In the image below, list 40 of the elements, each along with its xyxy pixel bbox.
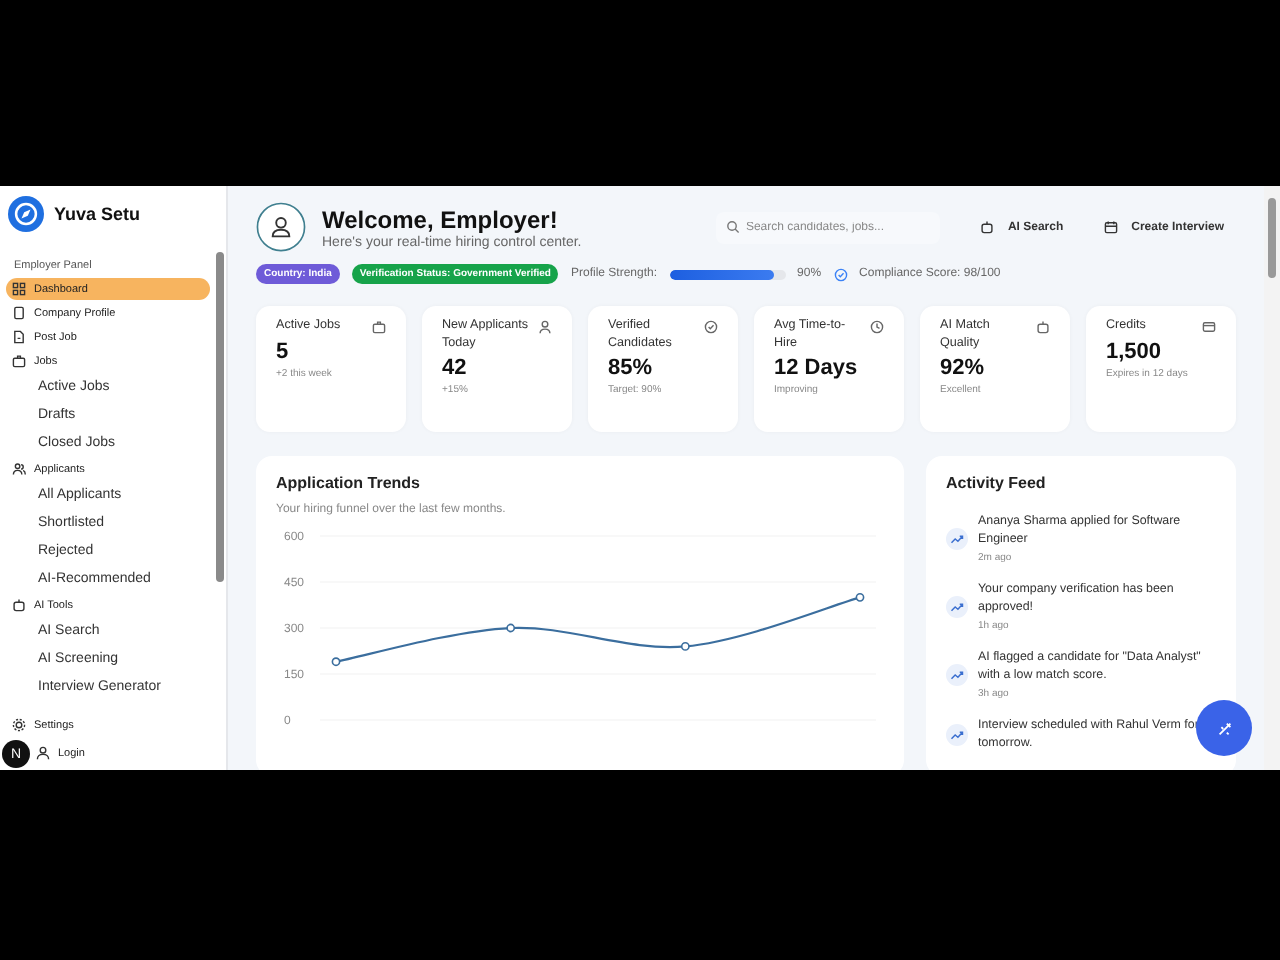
page-scrollbar[interactable] — [1264, 186, 1280, 770]
data-point — [855, 592, 865, 602]
briefcase-icon — [372, 320, 386, 334]
briefcase-icon — [12, 354, 26, 368]
robot-icon — [12, 598, 26, 612]
check-circle-icon — [704, 320, 718, 334]
check-circle-icon — [833, 267, 848, 281]
trend-up-icon — [946, 724, 968, 747]
page-title: Welcome, Employer! — [322, 205, 560, 233]
stat-value: 42 — [442, 356, 469, 380]
data-point — [331, 657, 341, 667]
user-avatar-icon — [256, 202, 306, 252]
data-point — [506, 623, 516, 633]
data-point — [680, 642, 690, 651]
stat-value: 5 — [276, 339, 291, 363]
calendar-icon — [1103, 220, 1118, 234]
users-icon — [12, 462, 26, 476]
gear-icon — [12, 718, 26, 732]
stat-value: 12 Days — [774, 356, 860, 380]
robot-icon — [979, 220, 994, 234]
sparkle-icon — [1215, 719, 1233, 737]
grid-icon — [12, 282, 26, 296]
document-icon — [12, 330, 26, 344]
tablet-icon — [12, 306, 26, 320]
user-icon — [538, 320, 552, 334]
trend-up-icon — [946, 527, 968, 550]
stat-value: 85% — [608, 356, 655, 380]
stat-value: 1,500 — [1106, 339, 1164, 363]
chart-title: Application Trends — [276, 474, 423, 492]
user-icon — [36, 746, 50, 760]
compass-logo-icon — [8, 196, 44, 232]
brand-name: Yuva Setu — [54, 204, 141, 224]
activity-title: Activity Feed — [946, 474, 1048, 492]
trend-up-icon — [946, 663, 968, 686]
search-icon — [725, 220, 740, 234]
clock-icon — [870, 320, 884, 334]
trend-up-icon — [946, 595, 968, 618]
card-icon — [1202, 320, 1216, 334]
stat-value: 92% — [940, 356, 987, 380]
robot-icon — [1036, 320, 1050, 334]
